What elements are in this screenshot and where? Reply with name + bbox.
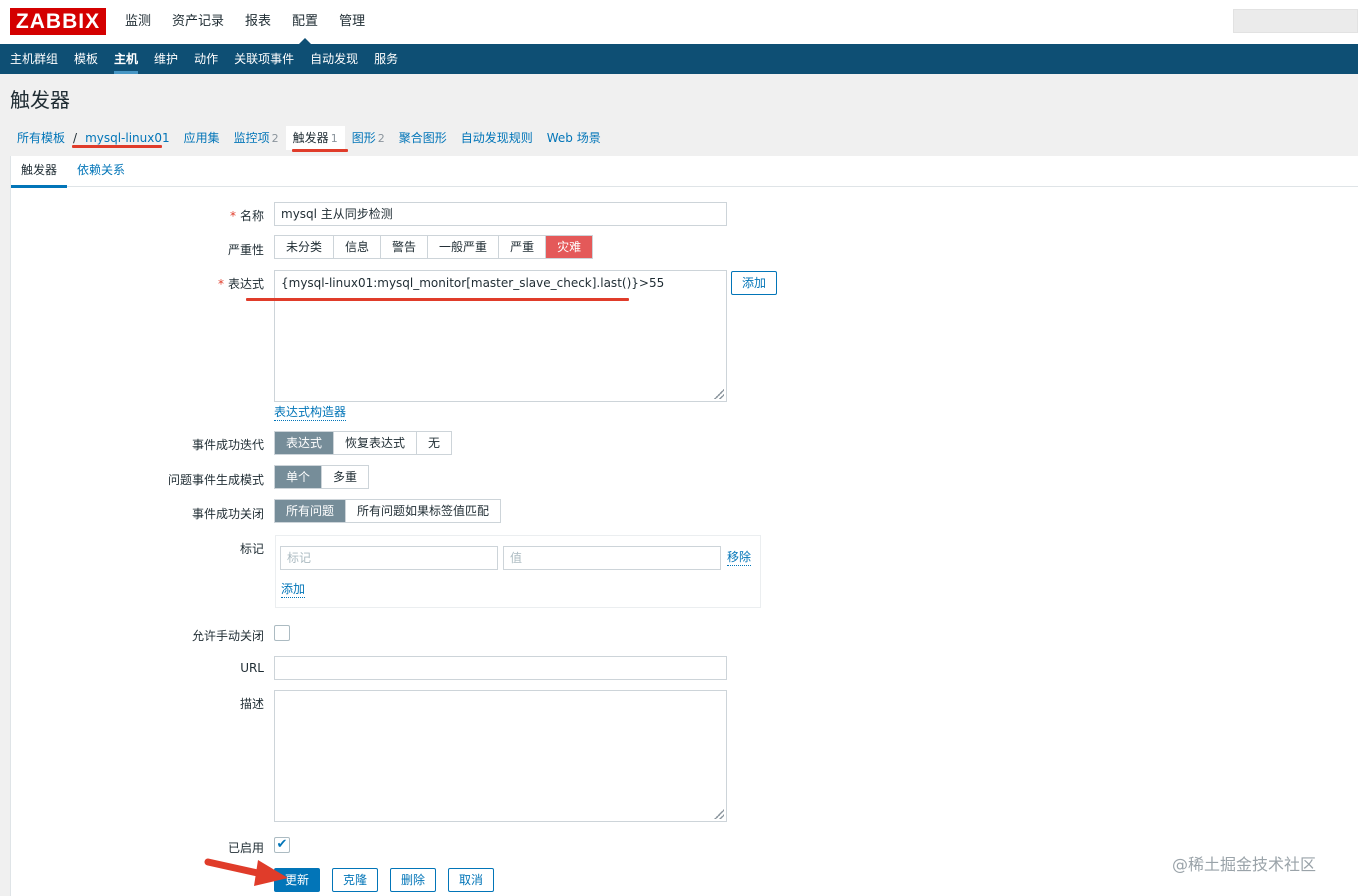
breadcrumb-screens[interactable]: 聚合图形 bbox=[392, 126, 454, 150]
expression-text: {mysql-linux01:mysql_monitor[master_slav… bbox=[281, 276, 665, 290]
page-title: 触发器 bbox=[10, 88, 70, 112]
severity-high[interactable]: 严重 bbox=[499, 236, 547, 258]
submenu-hosts[interactable]: 主机 bbox=[108, 44, 144, 74]
annotation-underline-host bbox=[72, 145, 162, 148]
top-header: ZABBIX 监测 资产记录 报表 配置 管理 bbox=[0, 0, 1358, 44]
annotation-underline-triggers bbox=[292, 149, 348, 152]
submenu-services[interactable]: 服务 bbox=[368, 44, 404, 74]
ok-close-tag-match[interactable]: 所有问题如果标签值匹配 bbox=[346, 500, 500, 522]
submenu-host-groups[interactable]: 主机群组 bbox=[4, 44, 64, 74]
breadcrumb-label: 自动发现规则 bbox=[460, 131, 533, 145]
search-input[interactable] bbox=[1233, 9, 1358, 33]
problem-mode-label: 问题事件生成模式 bbox=[167, 473, 264, 487]
submenu-actions[interactable]: 动作 bbox=[188, 44, 224, 74]
description-textarea[interactable] bbox=[274, 690, 727, 822]
form-tabs: 触发器 依赖关系 bbox=[11, 156, 1358, 188]
severity-information[interactable]: 信息 bbox=[334, 236, 382, 258]
enabled-checkbox[interactable]: ✔ bbox=[274, 837, 290, 853]
tag-add-link[interactable]: 添加 bbox=[281, 582, 306, 598]
breadcrumb-label: Web 场景 bbox=[546, 131, 601, 145]
cancel-button[interactable]: 取消 bbox=[448, 868, 495, 892]
menu-reports[interactable]: 报表 bbox=[238, 0, 278, 44]
ok-event-expression[interactable]: 表达式 bbox=[275, 432, 335, 454]
tag-name-input[interactable]: 标记 bbox=[280, 546, 498, 570]
submenu-discovery[interactable]: 自动发现 bbox=[304, 44, 364, 74]
ok-event-label: 事件成功迭代 bbox=[191, 438, 264, 452]
severity-warning[interactable]: 警告 bbox=[381, 236, 429, 258]
breadcrumb-graphs[interactable]: 图形 2 bbox=[345, 126, 392, 150]
ok-close-label: 事件成功关闭 bbox=[191, 507, 264, 521]
breadcrumb-web-scenarios[interactable]: Web 场景 bbox=[540, 126, 608, 150]
resize-grip-icon[interactable] bbox=[714, 389, 724, 399]
breadcrumb-label: 触发器 bbox=[292, 131, 329, 145]
severity-disaster[interactable]: 灾难 bbox=[546, 236, 593, 258]
ok-event-selector: 表达式 恢复表达式 无 bbox=[274, 431, 453, 455]
severity-label: 严重性 bbox=[227, 243, 264, 257]
url-label: URL bbox=[240, 661, 264, 675]
main-menu: 监测 资产记录 报表 配置 管理 bbox=[118, 0, 379, 44]
submenu-maintenance[interactable]: 维护 bbox=[148, 44, 184, 74]
name-field[interactable]: mysql 主从同步检测 bbox=[274, 202, 727, 226]
menu-configuration[interactable]: 配置 bbox=[285, 0, 325, 44]
breadcrumb-count: 2 bbox=[377, 132, 385, 145]
delete-button[interactable]: 删除 bbox=[390, 868, 437, 892]
manual-close-label: 允许手动关闭 bbox=[191, 629, 264, 643]
severity-selector: 未分类 信息 警告 一般严重 严重 灾难 bbox=[274, 235, 594, 259]
problem-mode-multiple[interactable]: 多重 bbox=[322, 466, 368, 488]
ok-event-recovery-expression[interactable]: 恢复表达式 bbox=[334, 432, 418, 454]
severity-not-classified[interactable]: 未分类 bbox=[275, 236, 335, 258]
tab-trigger[interactable]: 触发器 bbox=[11, 156, 68, 188]
menu-inventory[interactable]: 资产记录 bbox=[165, 0, 231, 44]
breadcrumb-label: 监控项 bbox=[233, 131, 270, 145]
breadcrumb-triggers[interactable]: 触发器 1 bbox=[285, 126, 345, 150]
submenu-correlation[interactable]: 关联项事件 bbox=[228, 44, 300, 74]
watermark: @稀土掘金技术社区 bbox=[1172, 855, 1317, 874]
breadcrumb-label: 应用集 bbox=[183, 131, 220, 145]
tag-value-input[interactable]: 值 bbox=[503, 546, 721, 570]
tab-dependencies[interactable]: 依赖关系 bbox=[67, 156, 135, 186]
ok-close-selector: 所有问题 所有问题如果标签值匹配 bbox=[274, 499, 502, 523]
zabbix-logo[interactable]: ZABBIX bbox=[10, 8, 106, 35]
ok-event-none[interactable]: 无 bbox=[417, 432, 451, 454]
breadcrumb-count: 2 bbox=[271, 132, 279, 145]
menu-monitoring[interactable]: 监测 bbox=[118, 0, 158, 44]
sub-menu: 主机群组 模板 主机 维护 动作 关联项事件 自动发现 服务 bbox=[0, 44, 1358, 74]
description-label: 描述 bbox=[239, 697, 264, 711]
breadcrumb-label: 聚合图形 bbox=[398, 131, 447, 145]
tag-remove-link[interactable]: 移除 bbox=[727, 550, 752, 566]
checkmark-icon: ✔ bbox=[276, 837, 288, 852]
ok-close-all-problems[interactable]: 所有问题 bbox=[275, 500, 347, 522]
expression-label: * 表达式 bbox=[217, 277, 264, 291]
breadcrumb-label: 图形 bbox=[351, 131, 376, 145]
expression-add-button[interactable]: 添加 bbox=[731, 271, 778, 295]
severity-average[interactable]: 一般严重 bbox=[428, 236, 500, 258]
name-label: * 名称 bbox=[229, 209, 264, 223]
breadcrumb-count: 1 bbox=[330, 132, 338, 145]
breadcrumb-applications[interactable]: 应用集 bbox=[177, 126, 227, 150]
expression-builder-link[interactable]: 表达式构造器 bbox=[274, 405, 347, 421]
tags-label: 标记 bbox=[239, 542, 264, 556]
problem-mode-single[interactable]: 单个 bbox=[275, 466, 323, 488]
resize-grip-icon[interactable] bbox=[714, 809, 724, 819]
menu-administration[interactable]: 管理 bbox=[332, 0, 372, 44]
manual-close-checkbox[interactable] bbox=[274, 625, 290, 641]
submenu-templates[interactable]: 模板 bbox=[68, 44, 104, 74]
expression-textarea[interactable]: {mysql-linux01:mysql_monitor[master_slav… bbox=[274, 270, 727, 402]
breadcrumb-items[interactable]: 监控项 2 bbox=[227, 126, 286, 150]
annotation-underline-expression bbox=[246, 298, 629, 301]
clone-button[interactable]: 克隆 bbox=[332, 868, 379, 892]
annotation-arrow-icon bbox=[204, 858, 288, 886]
problem-mode-selector: 单个 多重 bbox=[274, 465, 370, 489]
breadcrumb-all-templates[interactable]: 所有模板 bbox=[10, 126, 72, 150]
url-field[interactable] bbox=[274, 656, 727, 680]
breadcrumb-discovery-rules[interactable]: 自动发现规则 bbox=[454, 126, 540, 150]
